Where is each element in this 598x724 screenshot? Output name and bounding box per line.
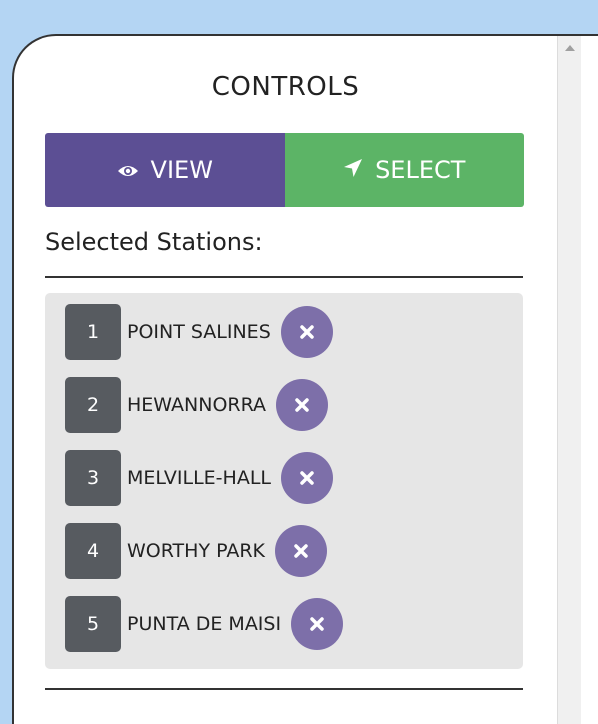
- remove-station-button[interactable]: [276, 379, 329, 431]
- station-name: WORTHY PARK: [127, 540, 266, 562]
- divider: [45, 276, 523, 278]
- station-number-badge: 5: [65, 596, 121, 652]
- controls-panel: CONTROLS VIEW SELECT Selected Stations:: [12, 34, 598, 724]
- station-number-badge: 4: [65, 523, 121, 579]
- list-item: 1 POINT SALINES: [65, 303, 333, 361]
- station-name: HEWANNORRA: [127, 394, 267, 416]
- divider: [45, 688, 523, 690]
- panel-edge: [581, 36, 598, 724]
- view-button-label: VIEW: [150, 156, 213, 184]
- station-name: PUNTA DE MAISI: [127, 613, 282, 635]
- station-list: 1 POINT SALINES 2 HEWANNORRA 3 MELVILLE-…: [45, 293, 523, 669]
- close-icon: [295, 398, 309, 412]
- remove-station-button[interactable]: [275, 525, 328, 577]
- selected-stations-label: Selected Stations:: [45, 228, 263, 256]
- close-icon: [310, 617, 324, 631]
- list-item: 3 MELVILLE-HALL: [65, 449, 333, 507]
- panel-title: CONTROLS: [211, 72, 360, 102]
- close-icon: [294, 544, 308, 558]
- select-button[interactable]: SELECT: [284, 133, 524, 207]
- list-item: 5 PUNTA DE MAISI: [65, 595, 344, 653]
- station-number-badge: 2: [65, 377, 121, 433]
- station-number-badge: 1: [65, 304, 121, 360]
- station-name: MELVILLE-HALL: [127, 467, 271, 489]
- list-item: 2 HEWANNORRA: [65, 376, 329, 434]
- mode-toggle: VIEW SELECT: [45, 133, 524, 207]
- location-arrow-icon: [343, 156, 375, 184]
- close-icon: [300, 325, 314, 339]
- close-icon: [300, 471, 314, 485]
- eye-icon: [117, 156, 151, 184]
- chevron-up-icon: [565, 45, 575, 51]
- remove-station-button[interactable]: [280, 306, 333, 358]
- station-name: POINT SALINES: [127, 321, 271, 343]
- view-button[interactable]: VIEW: [45, 133, 285, 207]
- remove-station-button[interactable]: [280, 452, 333, 504]
- station-number-badge: 3: [65, 450, 121, 506]
- remove-station-button[interactable]: [291, 598, 344, 650]
- scroll-up-button[interactable]: [558, 36, 582, 60]
- select-button-label: SELECT: [375, 156, 466, 184]
- list-item: 4 WORTHY PARK: [65, 522, 328, 580]
- vertical-scrollbar[interactable]: [557, 36, 582, 724]
